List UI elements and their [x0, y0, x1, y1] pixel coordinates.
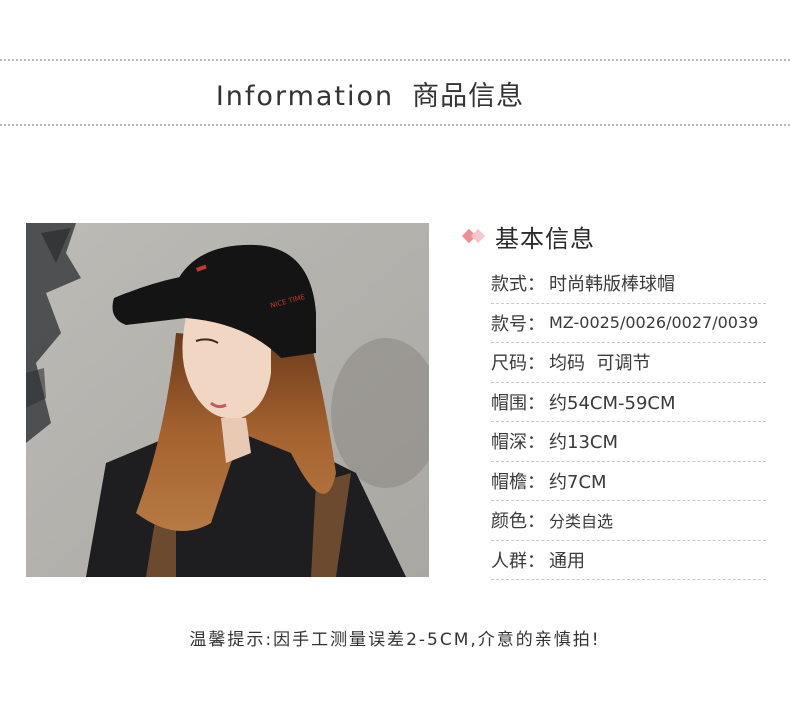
spec-value: 约54CM-59CM	[549, 392, 676, 414]
measurement-notice: 温馨提示:因手工测量误差2-5CM,介意的亲慎拍!	[189, 630, 601, 650]
spec-value: 约13CM	[549, 432, 619, 454]
spec-value: 分类自选	[549, 512, 614, 532]
spec-separator: ：	[527, 432, 545, 454]
header-title-en: Information	[215, 81, 395, 112]
spec-row-style: 款式：时尚韩版棒球帽	[491, 264, 766, 304]
diamond-icon	[461, 228, 487, 244]
spec-row-brim: 帽檐：约7CM	[491, 462, 766, 501]
header-title-zh: 商品信息	[412, 81, 525, 112]
spec-separator: ：	[527, 550, 545, 572]
bottom-dotted-divider	[0, 124, 790, 126]
spec-label: 帽檐	[491, 471, 527, 493]
basic-info-title: 基本信息	[495, 224, 595, 253]
spec-separator: ：	[527, 392, 545, 414]
spec-separator: ：	[527, 471, 545, 493]
spec-separator: ：	[527, 353, 545, 375]
spec-row-depth: 帽深：约13CM	[491, 422, 766, 462]
spec-separator: ：	[527, 313, 545, 335]
spec-row-model-number: 款号： MZ-0025/0026/0027/0039	[491, 304, 766, 343]
spec-value: 时尚韩版棒球帽	[549, 274, 675, 296]
top-dotted-divider	[0, 59, 790, 61]
spec-row-color: 颜色：分类自选	[491, 501, 766, 541]
basic-info-panel: 基本信息 款式：时尚韩版棒球帽 款号： MZ-0025/0026/0027/003…	[461, 216, 766, 580]
spec-separator: ：	[527, 274, 545, 296]
spec-value: 均码 可调节	[549, 353, 651, 375]
spec-label: 款式	[491, 274, 527, 296]
section-header: Information 商品信息	[0, 74, 740, 113]
product-photo: NICE TIME	[26, 223, 429, 577]
spec-list: 款式：时尚韩版棒球帽 款号： MZ-0025/0026/0027/0039 尺码：…	[491, 264, 766, 580]
spec-label: 尺码	[491, 353, 527, 375]
spec-separator: ：	[527, 511, 545, 533]
spec-row-circumference: 帽围：约54CM-59CM	[491, 383, 766, 422]
spec-value: 通用	[549, 550, 585, 572]
spec-label: 颜色	[491, 511, 527, 533]
spec-label: 帽围	[491, 392, 527, 414]
spec-row-audience: 人群：通用	[491, 541, 766, 580]
spec-value: MZ-0025/0026/0027/0039	[549, 313, 759, 333]
spec-label: 人群	[491, 550, 527, 572]
basic-info-header: 基本信息	[461, 216, 766, 256]
spec-label: 款号	[491, 313, 527, 335]
spec-row-size: 尺码：均码 可调节	[491, 343, 766, 383]
spec-label: 帽深	[491, 432, 527, 454]
spec-value: 约7CM	[549, 471, 607, 493]
